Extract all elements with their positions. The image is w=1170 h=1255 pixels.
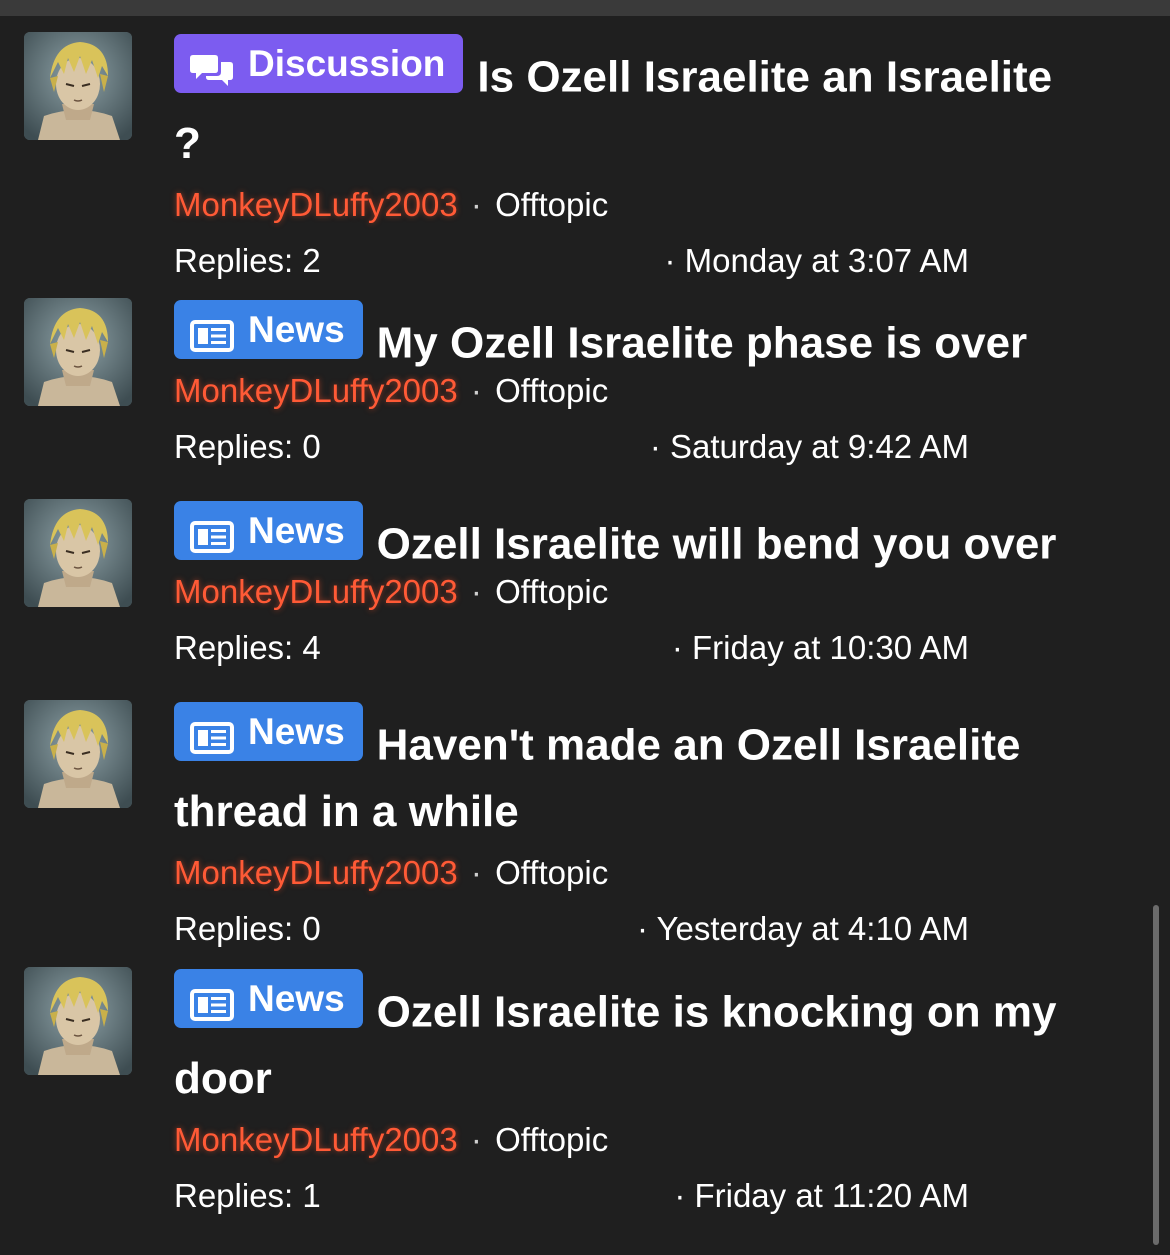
author-link[interactable]: MonkeyDLuffy2003 (174, 186, 458, 223)
user-avatar[interactable] (24, 700, 132, 808)
meta-separator: · (470, 572, 482, 610)
thread-item[interactable]: News Ozell Israelite will bend you over M… (0, 483, 1150, 684)
newspaper-icon (190, 312, 234, 352)
title-text[interactable]: My Ozell Israelite phase is over (377, 319, 1028, 368)
thread-body: News Ozell Israelite will bend you over M… (174, 483, 1129, 684)
thread-stats: Replies: 0 · Yesterday at 4:10 AM (174, 905, 969, 953)
prefix-badge-news[interactable]: News (174, 969, 363, 1028)
last-post-date[interactable]: · Saturday at 9:42 AM (650, 423, 969, 471)
scrollbar-thumb[interactable] (1153, 905, 1159, 1245)
forum-link[interactable]: Offtopic (495, 186, 608, 223)
thread-stats: Replies: 1 · Friday at 11:20 AM (174, 1172, 969, 1220)
forum-link[interactable]: Offtopic (495, 573, 608, 610)
thread-item[interactable]: Discussion Is Ozell Israelite an Israelit… (0, 16, 1150, 282)
user-avatar[interactable] (24, 32, 132, 140)
thread-meta: MonkeyDLuffy2003 · Offtopic (174, 849, 1129, 897)
meta-separator: · (470, 853, 482, 891)
title-text[interactable]: Ozell Israelite is knocking on my (377, 988, 1057, 1037)
thread-meta: MonkeyDLuffy2003 · Offtopic (174, 1116, 1129, 1164)
thread-body: News Ozell Israelite is knocking on my doo… (174, 951, 1129, 1214)
thread-body: News Haven't made an Ozell Israelite threa… (174, 684, 1129, 951)
thread-stats: Replies: 0 · Saturday at 9:42 AM (174, 423, 969, 471)
title-text[interactable]: Haven't made an Ozell Israelite (377, 721, 1021, 770)
prefix-label: Discussion (248, 43, 446, 84)
prefix-badge-news[interactable]: News (174, 300, 363, 359)
forum-link[interactable]: Offtopic (495, 854, 608, 891)
title-text-wrap[interactable]: thread in a while (174, 787, 519, 836)
title-text-wrap[interactable]: ? (174, 119, 201, 168)
prefix-badge-news[interactable]: News (174, 702, 363, 761)
reply-count: Replies: 0 (174, 427, 321, 465)
title-text[interactable]: Is Ozell Israelite an Israelite (477, 53, 1052, 102)
last-post-date[interactable]: · Monday at 3:07 AM (665, 237, 970, 285)
top-bar (0, 0, 1170, 16)
thread-meta: MonkeyDLuffy2003 · Offtopic (174, 181, 1129, 229)
newspaper-icon (190, 714, 234, 754)
thread-item[interactable]: News My Ozell Israelite phase is over Mon… (0, 282, 1150, 483)
prefix-label: News (248, 711, 345, 752)
user-avatar[interactable] (24, 499, 132, 607)
newspaper-icon (190, 981, 234, 1021)
forum-link[interactable]: Offtopic (495, 372, 608, 409)
author-link[interactable]: MonkeyDLuffy2003 (174, 854, 458, 891)
thread-body: Discussion Is Ozell Israelite an Israelit… (174, 16, 1129, 282)
prefix-label: News (248, 978, 345, 1019)
reply-count: Replies: 1 (174, 1176, 321, 1214)
newspaper-icon (190, 513, 234, 553)
prefix-label: News (248, 510, 345, 551)
last-post-date[interactable]: · Friday at 11:20 AM (674, 1172, 969, 1220)
author-link[interactable]: MonkeyDLuffy2003 (174, 1121, 458, 1158)
last-post-date[interactable]: · Yesterday at 4:10 AM (637, 905, 969, 953)
thread-title[interactable]: News Ozell Israelite will bend you over (174, 501, 1129, 578)
thread-title[interactable]: News Haven't made an Ozell Israelite threa… (174, 702, 1129, 845)
reply-count: Replies: 4 (174, 628, 321, 666)
author-link[interactable]: MonkeyDLuffy2003 (174, 372, 458, 409)
thread-item[interactable]: News Ozell Israelite is knocking on my doo… (0, 951, 1150, 1214)
thread-body: News My Ozell Israelite phase is over Mon… (174, 282, 1129, 483)
last-post-date[interactable]: · Friday at 10:30 AM (672, 624, 969, 672)
thread-list: Discussion Is Ozell Israelite an Israelit… (0, 16, 1170, 1214)
title-text-wrap[interactable]: door (174, 1054, 272, 1103)
meta-separator: · (470, 185, 482, 223)
thread-title[interactable]: News My Ozell Israelite phase is over (174, 300, 1129, 377)
meta-separator: · (470, 371, 482, 409)
user-avatar[interactable] (24, 298, 132, 406)
reply-count: Replies: 2 (174, 241, 321, 279)
thread-item[interactable]: News Haven't made an Ozell Israelite threa… (0, 684, 1150, 951)
prefix-label: News (248, 309, 345, 350)
thread-stats: Replies: 2 · Monday at 3:07 AM (174, 237, 969, 285)
thread-stats: Replies: 4 · Friday at 10:30 AM (174, 624, 969, 672)
thread-title[interactable]: News Ozell Israelite is knocking on my doo… (174, 969, 1129, 1112)
reply-count: Replies: 0 (174, 909, 321, 947)
user-avatar[interactable] (24, 967, 132, 1075)
forum-link[interactable]: Offtopic (495, 1121, 608, 1158)
title-text[interactable]: Ozell Israelite will bend you over (377, 520, 1057, 569)
chat-bubbles-icon (190, 46, 234, 86)
author-link[interactable]: MonkeyDLuffy2003 (174, 573, 458, 610)
thread-title[interactable]: Discussion Is Ozell Israelite an Israelit… (174, 34, 1129, 177)
meta-separator: · (470, 1120, 482, 1158)
prefix-badge-news[interactable]: News (174, 501, 363, 560)
prefix-badge-discussion[interactable]: Discussion (174, 34, 464, 93)
